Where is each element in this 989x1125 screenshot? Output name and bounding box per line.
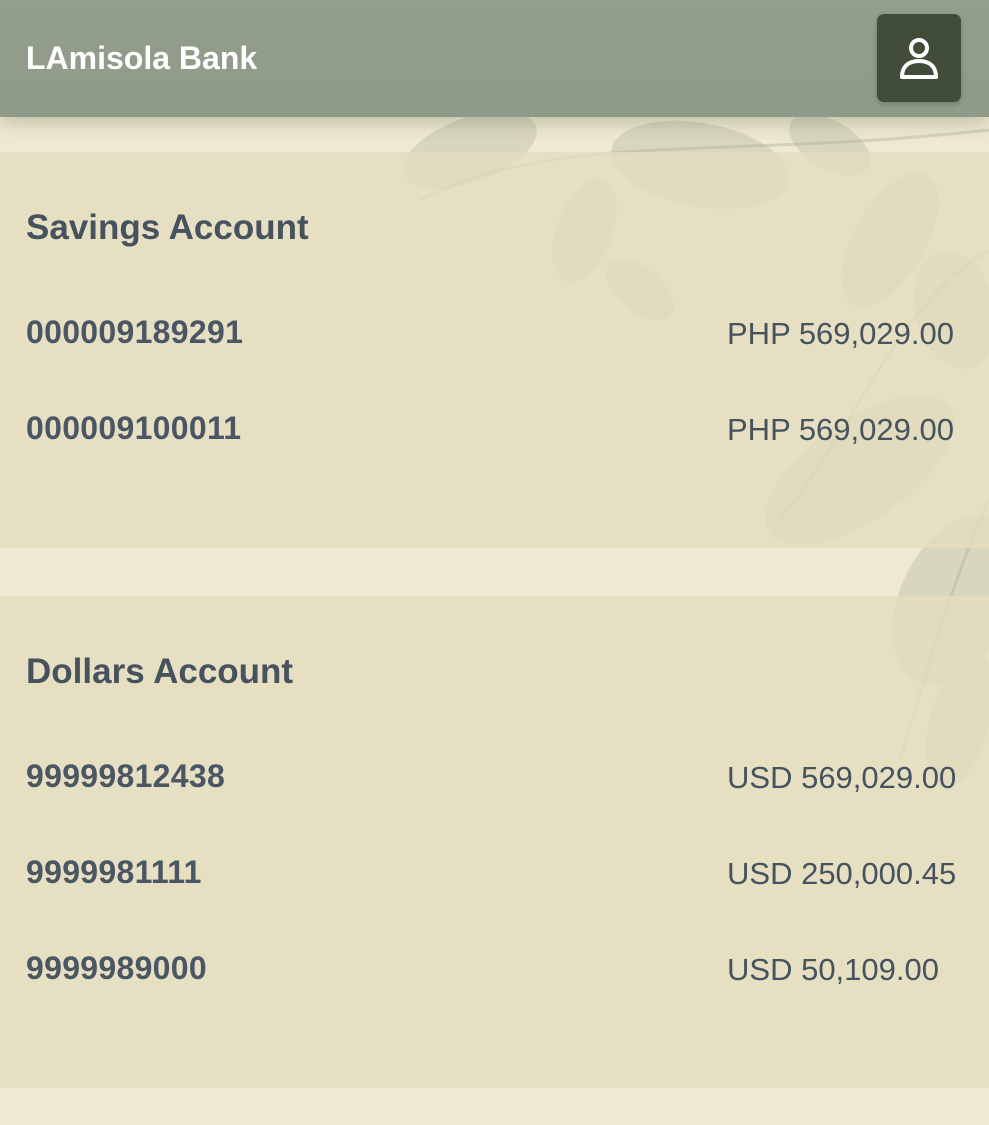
currency-code: USD: [727, 856, 793, 891]
balance-amount: 50,109.00: [801, 952, 939, 987]
dollars-account-section: Dollars Account 99999812438 USD 569,029.…: [0, 596, 989, 1088]
account-balance: PHP 569,029.00: [727, 310, 977, 358]
account-balance: USD 250,000.45: [727, 850, 977, 898]
account-balance: USD 50,109.00: [727, 946, 977, 994]
balance-amount: 569,029.00: [801, 760, 957, 795]
currency-code: USD: [727, 952, 793, 987]
profile-button[interactable]: [877, 14, 961, 102]
account-number: 99999812438: [26, 758, 226, 794]
account-number: 000009100011: [26, 410, 242, 446]
account-number: 9999981111: [26, 854, 202, 890]
account-balance: USD 569,029.00: [727, 754, 977, 802]
account-number: 000009189291: [26, 314, 244, 350]
currency-code: USD: [727, 760, 793, 795]
app-header: LAmisola Bank: [0, 0, 989, 117]
currency-code: PHP: [727, 316, 791, 351]
section-title: Dollars Account: [26, 652, 294, 691]
account-number: 9999989000: [26, 950, 207, 986]
currency-code: PHP: [727, 412, 791, 447]
user-icon: [900, 38, 938, 79]
account-balance: PHP 569,029.00: [727, 406, 977, 454]
balance-amount: 569,029.00: [798, 316, 954, 351]
balance-amount: 250,000.45: [801, 856, 957, 891]
savings-account-section: Savings Account 000009189291 PHP 569,029…: [0, 152, 989, 548]
section-title: Savings Account: [26, 208, 309, 247]
bank-name: LAmisola Bank: [26, 40, 258, 76]
balance-amount: 569,029.00: [798, 412, 954, 447]
